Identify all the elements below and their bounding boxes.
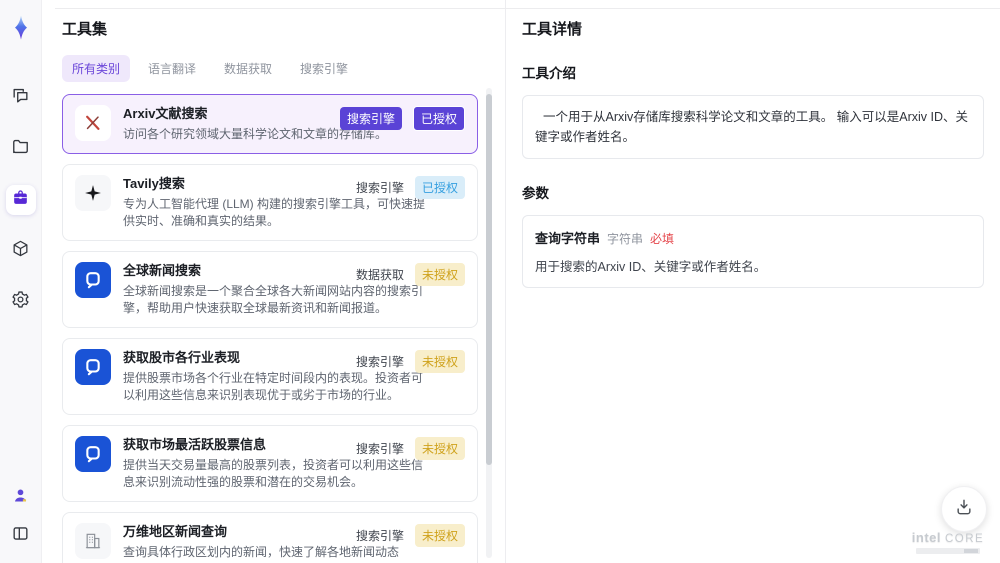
tool-card[interactable]: 获取股市各行业表现提供股票市场各个行业在特定时间段内的表现。投资者可以利用这些信… [62, 338, 478, 415]
page-title: 工具集 [62, 21, 108, 38]
param-required-flag: 必填 [650, 232, 675, 246]
sidebar-rail [0, 0, 42, 563]
param-list: 查询字符串 字符串 必填用于搜索的Arxiv ID、关键字或作者姓名。 [522, 215, 984, 288]
tool-card-meta: 搜索引擎 已授权 [339, 106, 465, 131]
folder-icon [11, 137, 30, 161]
param-name: 查询字符串 [535, 231, 601, 246]
tool-status-badge: 已授权 [412, 106, 465, 131]
tool-card[interactable]: 全球新闻搜索全球新闻搜索是一个聚合全球各大新闻网站内容的搜索引擎，帮助用户快速获… [62, 251, 478, 328]
sidebar-item-settings[interactable] [6, 287, 36, 317]
news-icon [75, 349, 111, 385]
building-icon [75, 523, 111, 559]
tool-card-meta: 搜索引擎 未授权 [356, 350, 465, 373]
app-logo-icon [7, 13, 35, 45]
top-divider [55, 8, 1000, 9]
news-icon [75, 262, 111, 298]
tool-card[interactable]: Tavily搜索专为人工智能代理 (LLM) 构建的搜索引擎工具，可快速提供实时… [62, 164, 478, 241]
tool-status-badge: 未授权 [414, 350, 465, 373]
sidebar-bottom [6, 483, 36, 551]
download-button[interactable] [941, 486, 987, 532]
tool-card-meta: 数据获取 未授权 [356, 263, 465, 286]
arxiv-icon [75, 105, 111, 141]
tool-card-meta: 搜索引擎 已授权 [356, 176, 465, 199]
tab-data-fetch[interactable]: 数据获取 [214, 55, 282, 82]
news-icon [75, 436, 111, 472]
tool-status-badge: 未授权 [414, 437, 465, 460]
tab-all-categories[interactable]: 所有类别 [62, 55, 131, 82]
params-section-title: 参数 [522, 186, 549, 201]
sidebar-item-user[interactable] [6, 483, 36, 513]
tool-name: 获取股市各行业表现 [123, 350, 241, 365]
param-card: 查询字符串 字符串 必填用于搜索的Arxiv ID、关键字或作者姓名。 [522, 215, 984, 288]
tool-category-badge: 搜索引擎 [355, 529, 404, 543]
tool-category-badge: 搜索引擎 [355, 442, 404, 456]
tool-description: 提供股票市场各个行业在特定时间段内的表现。投资者可以利用这些信息来识别表现优于或… [123, 371, 424, 402]
tool-name: Arxiv文献搜索 [123, 106, 208, 121]
tool-category-badge: 搜索引擎 [355, 355, 404, 369]
detail-title: 工具详情 [522, 21, 583, 38]
tool-list-panel: 工具集 所有类别 语言翻译 数据获取 搜索引擎 Arxiv文献搜索 访问各个研究领域大量… [42, 0, 505, 563]
tool-detail-panel: 工具详情 工具介绍 一个用于从Arxiv存储库搜索科学论文和文章的工具。 输入可… [505, 0, 1000, 563]
sidebar-item-chat[interactable] [6, 83, 36, 113]
tool-card-meta: 搜索引擎 未授权 [356, 437, 465, 460]
scrollbar-thumb[interactable] [486, 94, 492, 466]
tool-name: 全球新闻搜索 [123, 263, 202, 278]
tool-category-badge: 搜索引擎 [355, 181, 404, 195]
sidebar-item-folder[interactable] [6, 134, 36, 164]
intro-section-title: 工具介绍 [522, 66, 576, 81]
intel-brand-text: intel [911, 530, 941, 545]
panel-toggle-icon [11, 524, 30, 548]
gear-icon [11, 290, 30, 314]
tool-card[interactable]: 万维地区新闻查询 查询具体行政区划内的新闻，快速了解各地新闻动态 搜索引擎 未授权 [62, 512, 478, 563]
tool-status-badge: 未授权 [414, 263, 465, 286]
tool-card[interactable]: Arxiv文献搜索 访问各个研究领域大量科学论文和文章的存储库。 搜索引擎 已授权 [62, 94, 478, 154]
chat-icon [11, 86, 30, 110]
param-description: 用于搜索的Arxiv ID、关键字或作者姓名。 [535, 260, 767, 274]
tool-description: 专为人工智能代理 (LLM) 构建的搜索引擎工具，可快速提供实时、准确和真实的结… [123, 197, 426, 228]
tool-category-badge: 搜索引擎 [339, 107, 402, 130]
tool-card-meta: 搜索引擎 未授权 [356, 524, 465, 547]
tool-name: 万维地区新闻查询 [123, 524, 228, 539]
tool-status-badge: 未授权 [414, 524, 465, 547]
intel-badge-bar [916, 548, 980, 554]
tab-search-engine[interactable]: 搜索引擎 [290, 55, 358, 82]
tool-status-badge: 已授权 [414, 176, 465, 199]
intel-core-logo: intel CORE [906, 530, 990, 554]
tool-intro-text: 一个用于从Arxiv存储库搜索科学论文和文章的工具。 输入可以是Arxiv ID… [522, 95, 984, 159]
app-window: 工具集 所有类别 语言翻译 数据获取 搜索引擎 Arxiv文献搜索 访问各个研究领域大量… [0, 0, 1000, 563]
category-tabs: 所有类别 语言翻译 数据获取 搜索引擎 [62, 55, 505, 82]
tavily-icon [75, 175, 111, 211]
core-brand-text: CORE [945, 533, 985, 545]
user-avatar-icon [11, 486, 30, 510]
cube-icon [11, 239, 30, 263]
tool-description: 全球新闻搜索是一个聚合全球各大新闻网站内容的搜索引擎，帮助用户快速获取全球最新资… [123, 284, 424, 315]
toolbox-icon [11, 188, 30, 212]
download-icon [954, 497, 974, 522]
param-header: 查询字符串 字符串 必填 [535, 228, 971, 247]
tool-name: Tavily搜索 [123, 176, 185, 191]
tool-list: Arxiv文献搜索 访问各个研究领域大量科学论文和文章的存储库。 搜索引擎 已授权 Ta… [62, 94, 478, 563]
param-type: 字符串 [607, 232, 644, 246]
tool-card[interactable]: 获取市场最活跃股票信息提供当天交易量最高的股票列表，投资者可以利用这些信息来识别… [62, 425, 478, 502]
tab-language-translation[interactable]: 语言翻译 [138, 55, 206, 82]
sidebar-item-panel-toggle[interactable] [6, 521, 36, 551]
tool-name: 获取市场最活跃股票信息 [123, 437, 267, 452]
tool-list-scrollbar[interactable] [486, 88, 492, 558]
tool-category-badge: 数据获取 [355, 268, 404, 282]
tool-description: 提供当天交易量最高的股票列表，投资者可以利用这些信息来识别流动性强的股票和潜在的… [123, 458, 424, 489]
sidebar-item-cube[interactable] [6, 236, 36, 266]
sidebar-item-toolbox[interactable] [5, 185, 36, 215]
sidebar-menu [5, 83, 36, 317]
